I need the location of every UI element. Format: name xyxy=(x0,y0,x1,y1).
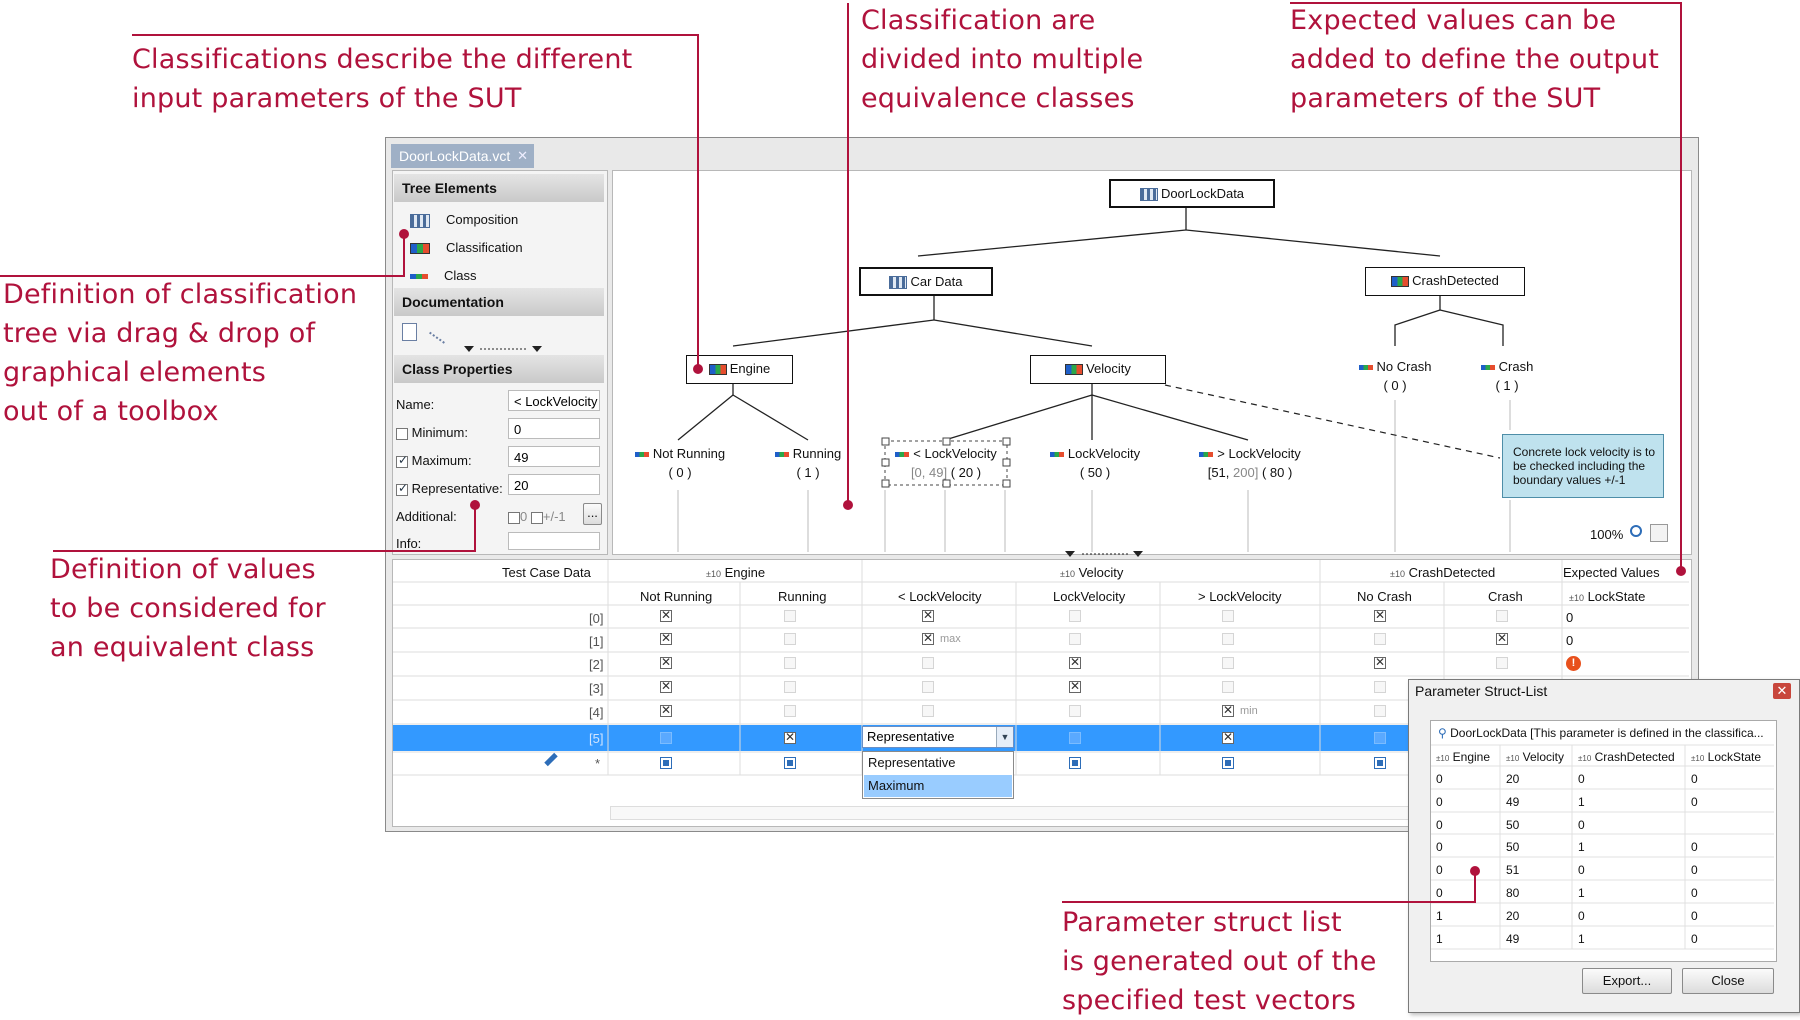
annotation-line: graphical elements xyxy=(3,357,267,388)
annotation-line: equivalence classes xyxy=(861,83,1135,114)
annotation-line: an equivalent class xyxy=(50,632,315,663)
annotation-line: parameters of the SUT xyxy=(1290,83,1601,114)
annotation-struct-list: Parameter struct list is generated out of… xyxy=(1062,903,1377,1020)
annotation-line: Parameter struct list xyxy=(1062,907,1342,938)
annotation-line: is generated out of the xyxy=(1062,946,1377,977)
annotation-line: Classification are xyxy=(861,5,1096,36)
annotation-classifications: Classifications describe the different in… xyxy=(132,40,632,118)
annotation-line: to be considered for xyxy=(50,593,326,624)
annotation-line: Classifications describe the different xyxy=(132,44,633,75)
annotation-line: out of a toolbox xyxy=(3,396,219,427)
annotation-expected: Expected values can be added to define th… xyxy=(1290,1,1659,118)
annotation-line: divided into multiple xyxy=(861,44,1144,75)
annotation-values-definition: Definition of values to be considered for… xyxy=(50,550,326,667)
annotation-line: specified test vectors xyxy=(1062,985,1357,1016)
annotation-line: Definition of classification xyxy=(3,279,358,310)
annotation-line: Expected values can be xyxy=(1290,5,1617,36)
annotation-line: input parameters of the SUT xyxy=(132,83,522,114)
annotation-leaders xyxy=(0,2,1686,903)
annotation-line: Definition of values xyxy=(50,554,316,585)
annotation-tree-definition: Definition of classification tree via dra… xyxy=(3,275,357,431)
annotation-line: added to define the output xyxy=(1290,44,1660,75)
annotation-equivalence: Classification are divided into multiple e… xyxy=(861,1,1143,118)
annotation-line: tree via drag & drop of xyxy=(3,318,316,349)
